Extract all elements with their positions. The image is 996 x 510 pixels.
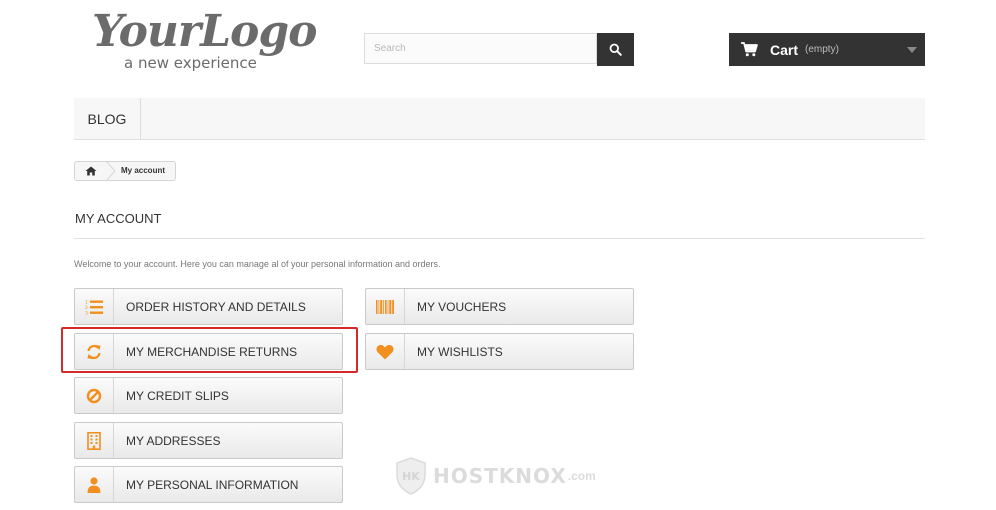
order-history-button[interactable]: 1 2 3 ORDER HISTORY AND DETAILS [74,288,343,325]
list-ol-icon: 1 2 3 [85,299,103,315]
main-nav: BLOG [74,98,925,140]
personal-information-label: MY PERSONAL INFORMATION [126,477,299,492]
breadcrumb-current: My account [121,166,166,175]
breadcrumb-separator-icon [106,162,116,180]
vouchers-label: MY VOUCHERS [417,299,507,314]
shield-icon: HK [396,457,426,495]
wishlists-button[interactable]: MY WISHLISTS [365,333,634,370]
watermark: HK HOSTKNOX .com [395,457,596,495]
site-logo[interactable]: YourLogo a new experience [92,6,318,72]
svg-text:3: 3 [85,310,88,315]
wishlists-label: MY WISHLISTS [417,344,503,359]
heart-icon [376,344,394,359]
cart-label: Cart [770,41,799,58]
order-history-label: ORDER HISTORY AND DETAILS [126,299,306,314]
personal-information-button[interactable]: MY PERSONAL INFORMATION [74,466,343,503]
home-icon [85,166,97,176]
cart-status: (empty) [805,44,839,55]
title-divider [74,238,925,239]
search-button[interactable] [597,33,634,66]
ban-icon [86,388,102,403]
nav-item-blog[interactable]: BLOG [74,98,141,139]
barcode-icon [376,299,394,314]
credit-slips-button[interactable]: MY CREDIT SLIPS [74,377,343,414]
breadcrumb-home[interactable] [75,162,107,180]
watermark-suffix: .com [567,469,596,483]
logo-main-text: YourLogo [92,6,318,57]
breadcrumb: My account [74,161,176,181]
building-icon [87,431,101,450]
addresses-label: MY ADDRESSES [126,433,221,448]
search-input[interactable] [364,33,597,64]
svg-text:2: 2 [85,305,88,311]
addresses-button[interactable]: MY ADDRESSES [74,422,343,459]
page-title: MY ACCOUNT [75,211,162,226]
shopping-cart-icon [741,42,758,57]
svg-text:1: 1 [85,299,88,305]
intro-text: Welcome to your account. Here you can ma… [74,259,441,269]
caret-down-icon [907,47,917,53]
highlight-box [61,327,358,373]
vouchers-button[interactable]: MY VOUCHERS [365,288,634,325]
user-icon [87,476,101,493]
watermark-text: HOSTKNOX [433,464,567,488]
credit-slips-label: MY CREDIT SLIPS [126,388,229,403]
cart-block[interactable]: Cart (empty) [729,33,925,66]
logo-tagline: a new experience [124,54,257,72]
search-icon [609,43,622,56]
svg-text:HK: HK [402,470,420,483]
